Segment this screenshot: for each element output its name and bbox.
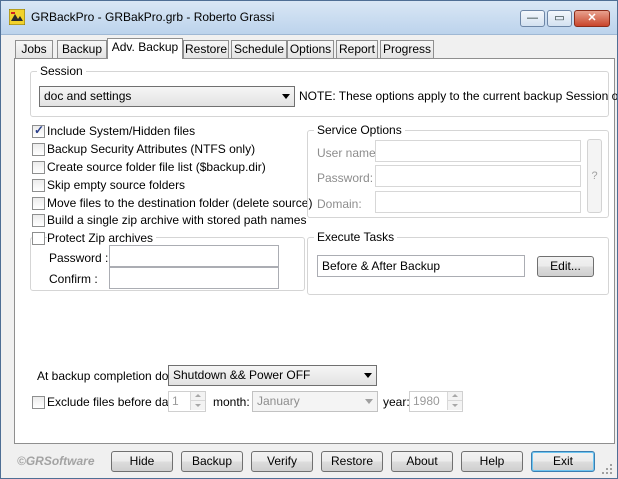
include-hidden-label: Include System/Hidden files (47, 124, 196, 138)
tab-restore[interactable]: Restore (183, 40, 229, 58)
verify-button[interactable]: Verify (251, 451, 313, 472)
chevron-down-icon (364, 373, 372, 378)
chevron-down-icon (365, 399, 373, 404)
month-dropdown[interactable]: January (252, 391, 378, 412)
service-user-label: User name: (317, 146, 380, 160)
service-domain-input[interactable] (375, 191, 581, 213)
chevron-down-icon (282, 94, 290, 99)
year-value: 1980 (413, 394, 440, 408)
check-mark-icon: ✓ (34, 123, 45, 137)
service-help-button[interactable]: ? (587, 139, 602, 213)
tab-jobs[interactable]: Jobs (15, 40, 53, 58)
session-dropdown[interactable]: doc and settings (39, 86, 295, 107)
tab-schedule[interactable]: Schedule (231, 40, 287, 58)
grsoftware-logo: ©GRSoftware (17, 454, 95, 468)
execute-tasks-field: Before & After Backup (317, 255, 525, 277)
help-button[interactable]: Help (461, 451, 523, 472)
day-spinner[interactable]: 1 (168, 391, 206, 412)
session-note: NOTE: These options apply to the current… (299, 89, 618, 103)
tab-options[interactable]: Options (287, 40, 334, 58)
folder-file-list-label: Create source folder file list ($backup.… (47, 160, 266, 174)
security-attributes-checkbox[interactable] (32, 143, 45, 156)
maximize-button[interactable]: ▭ (547, 10, 572, 27)
month-selected: January (257, 394, 300, 408)
include-hidden-checkbox[interactable]: ✓ (32, 123, 45, 138)
resize-grip-icon[interactable] (601, 463, 613, 475)
folder-file-list-checkbox[interactable] (32, 161, 45, 174)
day-value: 1 (172, 394, 179, 408)
service-options-label: Service Options (314, 123, 405, 137)
session-group: Session doc and settings NOTE: These opt… (30, 64, 617, 117)
completion-label: At backup completion do: (37, 369, 172, 383)
move-files-label: Move files to the destination folder (de… (47, 196, 313, 210)
hide-button[interactable]: Hide (111, 451, 173, 472)
exclude-files-checkbox[interactable] (32, 396, 45, 409)
year-label: year: (383, 395, 410, 409)
completion-selected: Shutdown && Power OFF (173, 368, 311, 382)
session-group-label: Session (37, 64, 86, 78)
service-password-label: Password: (317, 171, 374, 185)
service-password-input[interactable] (375, 165, 581, 187)
title-bar[interactable]: GRBackPro - GRBakPro.grb - Roberto Grass… (1, 1, 617, 35)
service-user-input[interactable] (375, 140, 581, 162)
spin-up-icon[interactable] (447, 392, 462, 401)
zip-confirm-input[interactable] (109, 267, 279, 289)
single-zip-label: Build a single zip archive with stored p… (47, 213, 307, 227)
app-logo-icon (9, 9, 25, 25)
spin-up-icon[interactable] (190, 392, 205, 401)
service-domain-label: Domain: (317, 197, 362, 211)
completion-dropdown[interactable]: Shutdown && Power OFF (168, 365, 377, 386)
session-selected: doc and settings (44, 89, 132, 103)
tab-backup[interactable]: Backup (57, 40, 107, 58)
exit-button[interactable]: Exit (531, 451, 595, 472)
protect-zip-label: Protect Zip archives (47, 231, 157, 245)
spin-down-icon[interactable] (190, 401, 205, 410)
skip-empty-folders-label: Skip empty source folders (47, 178, 186, 192)
move-files-checkbox[interactable] (32, 197, 45, 210)
protect-zip-checkbox[interactable] (32, 232, 45, 245)
close-button[interactable]: ✕ (574, 10, 610, 27)
app-window: GRBackPro - GRBakPro.grb - Roberto Grass… (0, 0, 618, 479)
exclude-files-label: Exclude files before day: (47, 395, 178, 409)
backup-button[interactable]: Backup (181, 451, 243, 472)
execute-tasks-label: Execute Tasks (314, 230, 398, 244)
window-title: GRBackPro - GRBakPro.grb - Roberto Grass… (31, 10, 275, 24)
restore-button[interactable]: Restore (321, 451, 383, 472)
single-zip-checkbox[interactable] (32, 214, 45, 227)
edit-tasks-button[interactable]: Edit... (537, 256, 594, 277)
zip-password-label: Password : (49, 251, 109, 265)
month-label: month: (213, 395, 250, 409)
tab-adv-backup[interactable]: Adv. Backup (107, 38, 183, 59)
minimize-button[interactable]: — (520, 10, 545, 27)
security-attributes-label: Backup Security Attributes (NTFS only) (47, 142, 256, 156)
spin-down-icon[interactable] (447, 401, 462, 410)
zip-password-input[interactable] (109, 245, 279, 267)
tab-report[interactable]: Report (336, 40, 378, 58)
skip-empty-folders-checkbox[interactable] (32, 179, 45, 192)
about-button[interactable]: About (391, 451, 453, 472)
adv-backup-panel: Session doc and settings NOTE: These opt… (14, 58, 617, 444)
year-spinner[interactable]: 1980 (409, 391, 463, 412)
zip-confirm-label: Confirm : (49, 272, 98, 286)
tab-progress[interactable]: Progress (380, 40, 434, 58)
